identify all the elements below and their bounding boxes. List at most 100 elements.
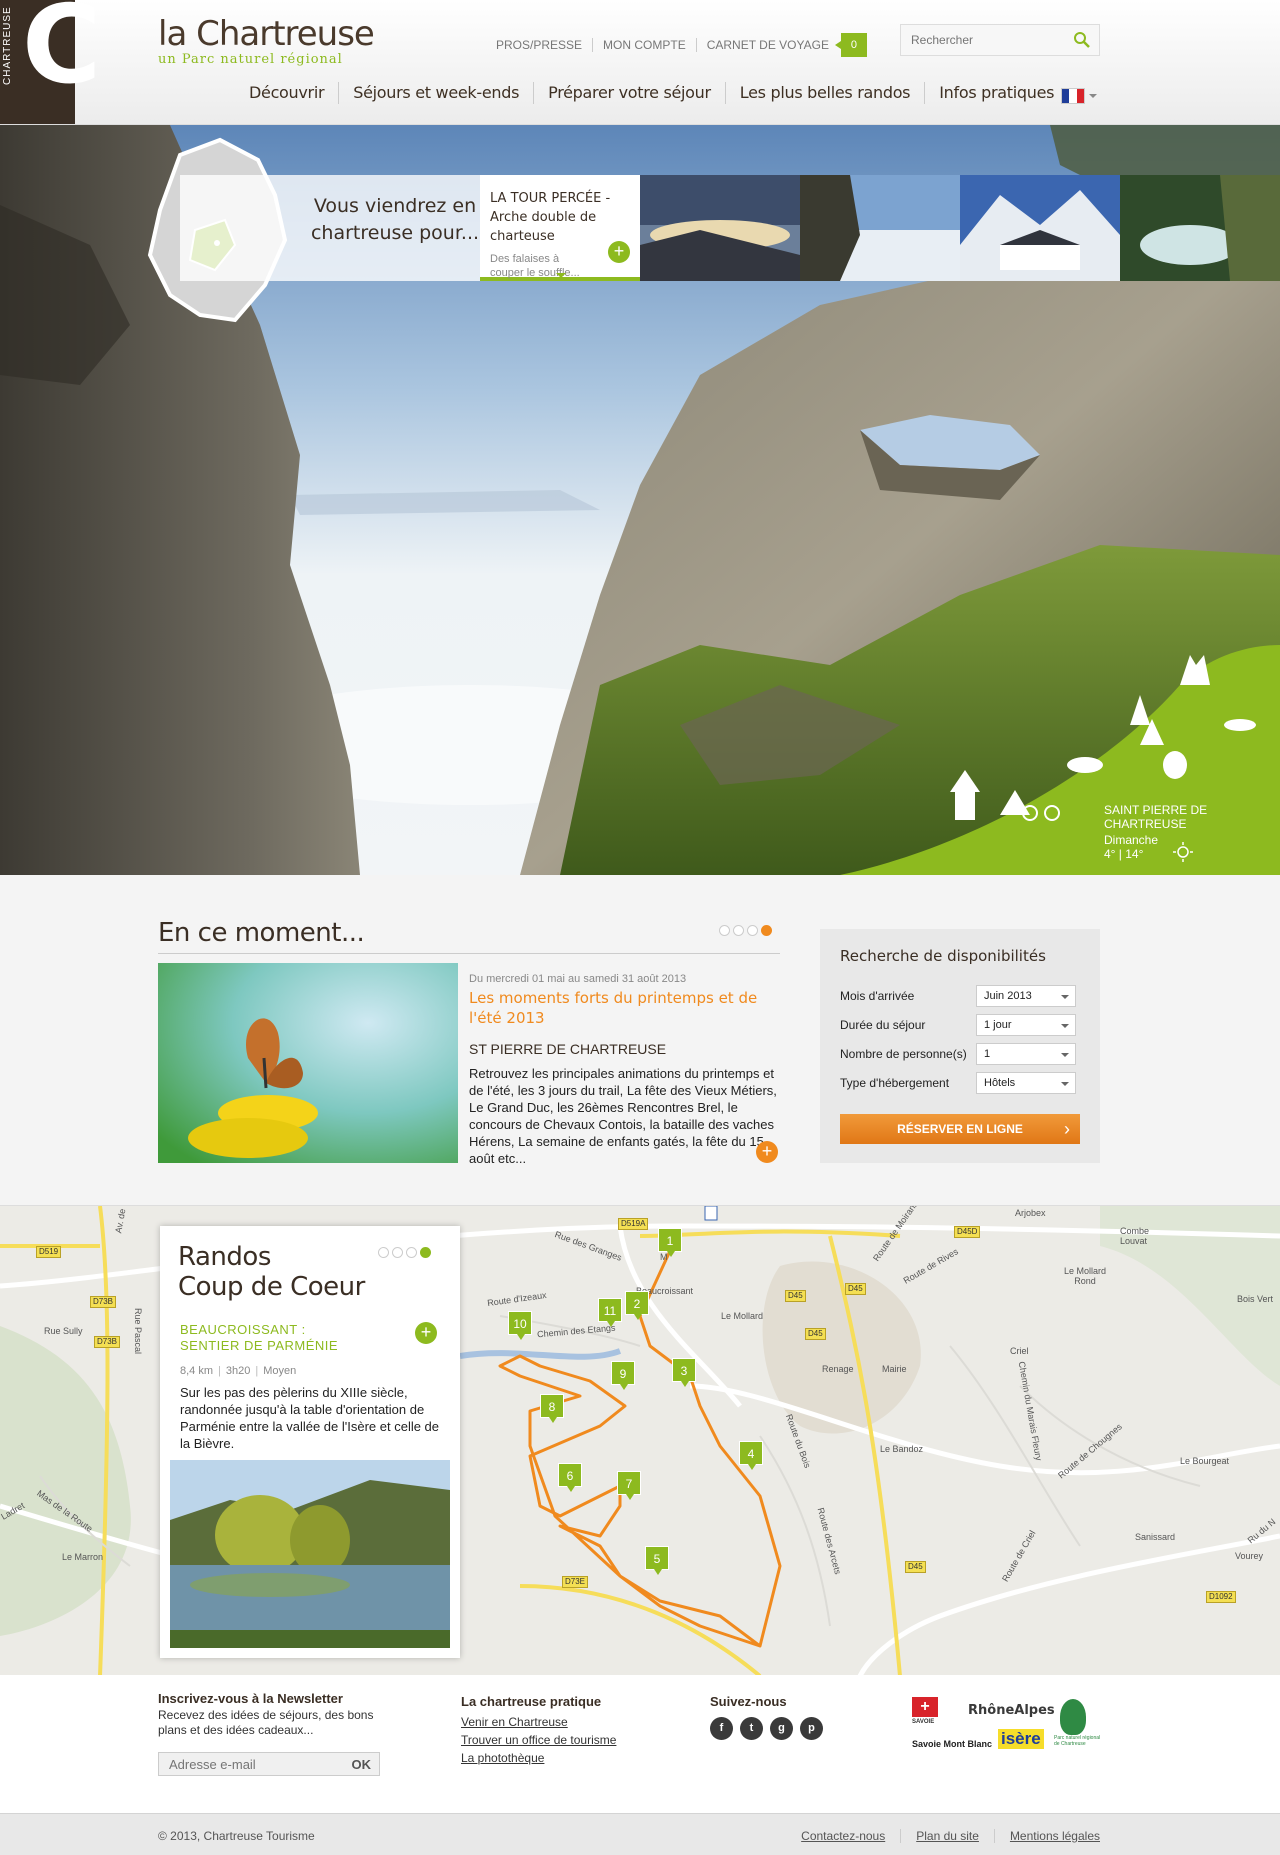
map-label: Criel: [1010, 1346, 1029, 1356]
search-icon[interactable]: [1073, 31, 1091, 49]
chevron-right-icon: ›: [1064, 1119, 1070, 1139]
event-description: Retrouvez les principales animations du …: [469, 1066, 777, 1166]
nav-item-preparer[interactable]: Préparer votre séjour: [534, 82, 726, 104]
facebook-icon[interactable]: f: [710, 1717, 733, 1740]
event-dates: Du mercredi 01 mai au samedi 31 août 201…: [469, 973, 687, 985]
road-label: D45: [785, 1290, 806, 1302]
newsletter-block: Inscrivez-vous à la Newsletter Recevez d…: [158, 1691, 388, 1776]
carousel-dot[interactable]: [392, 1247, 403, 1258]
carousel-dot[interactable]: [378, 1247, 389, 1258]
twitter-icon[interactable]: t: [740, 1717, 763, 1740]
nav-item-sejours[interactable]: Séjours et week-ends: [339, 82, 535, 104]
teaser-thumb-2[interactable]: [800, 175, 960, 281]
road-label: D73B: [90, 1296, 117, 1308]
nav-item-decouvrir[interactable]: Découvrir: [235, 82, 340, 104]
guests-select[interactable]: 1: [976, 1043, 1076, 1065]
weather-widget[interactable]: SAINT PIERRE DE CHARTREUSE Dimanche 4° |…: [1104, 803, 1234, 868]
hike-more-button[interactable]: +: [415, 1322, 437, 1344]
partner-isere[interactable]: isère: [998, 1729, 1044, 1749]
carousel-dot[interactable]: [719, 925, 730, 936]
footer-link-getting-here[interactable]: Venir en Chartreuse: [461, 1713, 616, 1731]
carousel-dot[interactable]: [733, 925, 744, 936]
hike-title[interactable]: BEAUCROISSANT : SENTIER DE PARMÉNIE: [180, 1322, 360, 1354]
google-plus-icon[interactable]: g: [770, 1717, 793, 1740]
road-label: D45D: [954, 1226, 981, 1238]
map-pin[interactable]: 11: [598, 1298, 622, 1327]
search-input[interactable]: [901, 25, 1061, 55]
main-nav: Découvrir Séjours et week-ends Préparer …: [235, 82, 1068, 104]
map-label: Le Bourgeat: [1180, 1456, 1230, 1466]
road-label: D45: [905, 1561, 926, 1573]
teaser-active-card[interactable]: LA TOUR PERCÉE - Arche double de charteu…: [480, 175, 640, 281]
map-pin[interactable]: 4: [739, 1441, 763, 1470]
map-pin[interactable]: 10: [508, 1311, 532, 1340]
teaser-thumb-1[interactable]: [640, 175, 800, 281]
brand-logo[interactable]: la Chartreuse un Parc naturel régional: [158, 14, 375, 67]
email-field[interactable]: [159, 1753, 339, 1775]
map-pin[interactable]: 5: [645, 1546, 669, 1575]
travel-book-link[interactable]: CARNET DE VOYAGE: [697, 38, 839, 52]
footer: Inscrivez-vous à la Newsletter Recevez d…: [0, 1675, 1280, 1813]
carousel-dot[interactable]: [747, 925, 758, 936]
hike-map-section: M Beaucroissant Le Mollard Renage Mairie…: [0, 1205, 1280, 1675]
book-online-label: RÉSERVER EN LIGNE: [897, 1122, 1023, 1136]
bottom-bar: © 2013, Chartreuse Tourisme Contactez-no…: [0, 1813, 1280, 1855]
newsletter-submit-button[interactable]: OK: [352, 1757, 372, 1772]
partner-savoie[interactable]: SAVOIE: [912, 1719, 934, 1725]
arrival-month-select[interactable]: Juin 2013: [976, 985, 1076, 1007]
hike-photo[interactable]: [170, 1460, 450, 1648]
sun-icon: [1173, 842, 1193, 862]
carousel-dot-active[interactable]: [420, 1247, 431, 1258]
map-pin[interactable]: 8: [540, 1394, 564, 1423]
social-title: Suivez-nous: [710, 1694, 787, 1709]
map-label: Le Mollard: [721, 1311, 764, 1321]
map-pin[interactable]: 2: [625, 1291, 649, 1320]
partner-savoie-mont-blanc[interactable]: Savoie Mont Blanc: [912, 1739, 992, 1749]
practical-title: La chartreuse pratique: [461, 1694, 602, 1709]
sitemap-link[interactable]: Plan du site: [901, 1829, 995, 1843]
book-online-button[interactable]: RÉSERVER EN LIGNE ›: [840, 1114, 1080, 1144]
pinterest-icon[interactable]: p: [800, 1717, 823, 1740]
event-photo[interactable]: [158, 963, 458, 1163]
availability-search: Recherche de disponibilités Mois d'arriv…: [820, 929, 1100, 1163]
teaser-intro: Vous viendrez en chartreuse pour...: [180, 175, 480, 281]
map-label: Rue Pascal: [133, 1307, 144, 1355]
weather-day: Dimanche: [1104, 833, 1159, 847]
map-pin[interactable]: 3: [672, 1358, 696, 1387]
french-flag-icon: [1061, 88, 1085, 104]
nav-item-infos[interactable]: Infos pratiques: [925, 82, 1068, 104]
map-pin[interactable]: 1: [658, 1228, 682, 1257]
map-label: Arjobex: [1015, 1208, 1046, 1218]
road-label: D519: [36, 1246, 62, 1258]
contact-link[interactable]: Contactez-nous: [786, 1829, 902, 1843]
carousel-dot-active[interactable]: [761, 925, 772, 936]
teaser-thumb-4[interactable]: [1120, 175, 1280, 281]
side-logo[interactable]: CHARTREUSE C: [0, 0, 101, 124]
road-label: D73E: [562, 1576, 589, 1588]
stay-duration-select[interactable]: 1 jour: [976, 1014, 1076, 1036]
teaser-more-button[interactable]: +: [608, 241, 630, 263]
road-label: D73B: [94, 1336, 121, 1348]
map-pin[interactable]: 9: [611, 1361, 635, 1390]
footer-link-photo-library[interactable]: La photothèque: [461, 1749, 616, 1767]
account-link[interactable]: MON COMPTE: [593, 38, 697, 52]
travel-book-count-badge[interactable]: 0: [834, 33, 867, 57]
lodging-type-select[interactable]: Hôtels: [976, 1072, 1076, 1094]
map-label: Rue Sully: [44, 1326, 83, 1336]
press-link[interactable]: PROS/PRESSE: [492, 38, 594, 52]
weather-temps: 4° | 14°: [1104, 847, 1144, 861]
map-pin[interactable]: 7: [617, 1471, 641, 1500]
partner-rhone-alpes[interactable]: RhôneAlpes: [968, 1703, 1055, 1718]
legal-link[interactable]: Mentions légales: [995, 1829, 1100, 1843]
event-more-button[interactable]: +: [756, 1141, 778, 1163]
map-label: Combe Louvat: [1120, 1226, 1150, 1246]
language-selector[interactable]: [1061, 88, 1097, 108]
teaser-thumb-3[interactable]: [960, 175, 1120, 281]
map-pin[interactable]: 6: [558, 1463, 582, 1492]
partner-parc[interactable]: Parc naturel régional de Chartreuse: [1054, 1735, 1102, 1747]
footer-link-tourism-office[interactable]: Trouver un office de tourisme: [461, 1731, 616, 1749]
event-title[interactable]: Les moments forts du printemps et de l'é…: [469, 988, 779, 1028]
carousel-dot[interactable]: [406, 1247, 417, 1258]
nav-item-randos[interactable]: Les plus belles randos: [726, 82, 926, 104]
newsletter-form: OK: [158, 1752, 380, 1776]
